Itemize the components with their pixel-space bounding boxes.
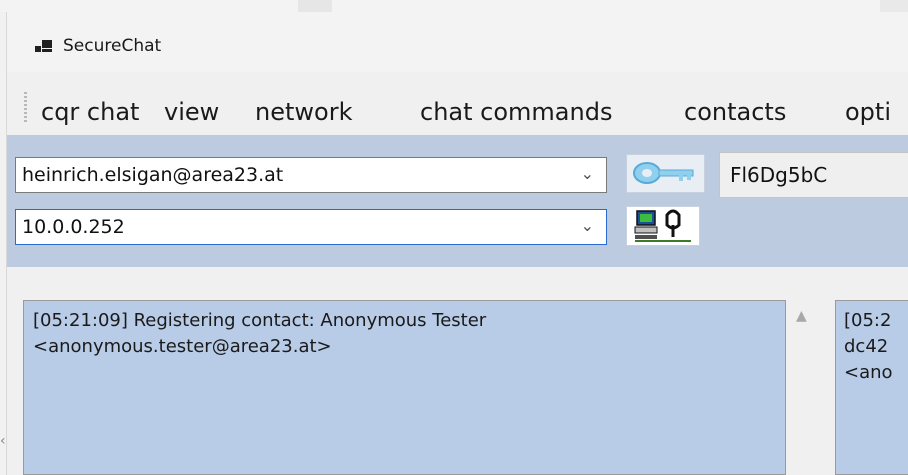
menu-grip-icon[interactable] [24,92,27,122]
menu-options[interactable]: opti [845,98,891,126]
chevron-down-icon[interactable]: ⌄ [581,216,594,235]
menu-cqr-chat[interactable]: cqr chat [41,98,139,126]
network-computer-icon [634,209,691,242]
ip-value: 10.0.0.252 [22,216,125,238]
scroll-up-arrow-icon[interactable]: ▲ [796,308,807,324]
chat-log-right-text: [05:2 dc42 <ano [844,310,893,383]
background-segment [298,0,332,12]
menu-chat-commands[interactable]: chat commands [420,98,612,126]
title-bar[interactable]: SecureChat [7,12,908,72]
chevron-down-icon[interactable]: ⌄ [581,164,594,183]
window-title: SecureChat [63,36,162,56]
toolbar: heinrich.elsigan@area23.at ⌄ 10.0.0.252 … [7,135,908,267]
chat-log-text: [05:21:09] Registering contact: Anonymou… [33,310,487,357]
background-segment [880,0,908,12]
ip-combo[interactable]: 10.0.0.252 ⌄ [15,209,607,245]
session-code-field[interactable]: Fl6Dg5bC [719,152,908,198]
background-strip [0,0,908,12]
email-combo[interactable]: heinrich.elsigan@area23.at ⌄ [15,157,607,193]
email-value: heinrich.elsigan@area23.at [22,164,284,186]
menu-network[interactable]: network [255,98,352,126]
chat-log-left[interactable]: [05:21:09] Registering contact: Anonymou… [23,300,786,475]
securechat-window: SecureChat cqr chat view network chat co… [6,12,908,475]
app-icon [35,40,53,54]
key-button[interactable] [626,154,705,193]
menu-view[interactable]: view [164,98,219,126]
chat-log-right[interactable]: [05:2 dc42 <ano [835,300,908,475]
resize-edge-mark: ‹ [0,433,6,449]
menu-bar: cqr chat view network chat commands cont… [7,86,908,136]
key-icon [633,162,694,184]
chat-area: [05:21:09] Registering contact: Anonymou… [7,267,908,475]
menu-contacts[interactable]: contacts [684,98,786,126]
session-code-value: Fl6Dg5bC [730,163,828,187]
chat-scrollbar[interactable]: ▲ [786,300,824,475]
network-button[interactable] [626,206,700,246]
